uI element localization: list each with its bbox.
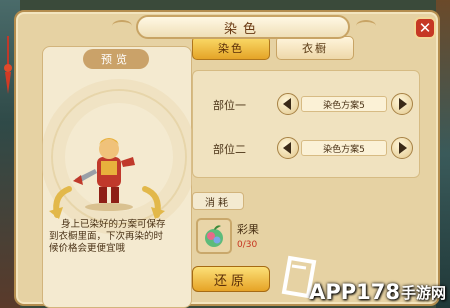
part2-next-button[interactable] [391,137,413,159]
part-row-1: 部位一 染色方案5 [193,93,421,117]
restore-label: 还原 [213,273,248,289]
part-row-2: 部位二 染色方案5 [193,137,421,161]
tab-dye-label: 染色 [218,42,244,55]
tab-wardrobe[interactable]: 衣橱 [276,36,354,60]
part-label: 部位一 [213,99,246,112]
part-selector-panel: 部位一 染色方案5 部位二 染色方案5 [192,70,420,178]
restore-button[interactable]: 还原 [192,266,270,292]
dialog-title-text: 染色 [223,21,262,37]
rotate-left-icon [49,186,72,219]
part1-prev-button[interactable] [277,93,299,115]
dialog-title: 染色 [136,15,350,39]
rotate-right-button[interactable] [141,185,167,221]
item-slot[interactable] [196,218,232,254]
close-button[interactable]: ✕ [414,17,436,39]
hint-line: 到衣橱里面，下次再染的时 [49,231,164,242]
tab-wardrobe-label: 衣橱 [302,42,328,55]
arrow-right-icon [399,142,407,154]
watermark: APP178 手游网 [309,278,446,306]
arrow-left-icon [283,98,291,110]
arrow-left-icon [283,142,291,154]
part1-scheme-value: 染色方案5 [301,96,387,112]
title-flourish-right [356,20,376,32]
consume-label: 消耗 [192,192,244,210]
character-model [73,138,135,211]
preview-label: 预览 [83,49,149,69]
arrow-right-icon [399,98,407,110]
hint-line: 候价格会更便宜哦 [49,243,126,254]
save-hint-text: 身上已染好的方案可保存 到衣橱里面，下次再染的时 候价格会更便宜哦 [49,219,187,255]
part2-prev-button[interactable] [277,137,299,159]
rotate-right-icon [142,186,165,219]
tassel-ornament [4,36,12,94]
part2-scheme-value: 染色方案5 [301,140,387,156]
item-name: 彩果 [237,223,259,236]
item-count: 0/30 [237,240,258,250]
close-icon: ✕ [418,19,432,37]
preview-panel: 预览 身上已染好的方案可保存 到衣橱里面，下次再染的时 候价格会更便宜哦 [42,46,192,308]
tab-dye[interactable]: 染色 [192,36,270,60]
watermark-brand: APP178 [309,280,400,304]
hint-line: 身上已染好的方案可保存 [61,219,166,230]
part-label: 部位二 [213,143,246,156]
part1-next-button[interactable] [391,93,413,115]
watermark-suffix: 手游网 [400,283,446,302]
rotate-left-button[interactable] [47,185,73,221]
dye-dialog: 染色 ✕ 预览 身上已染好的方案可保存 到衣橱里面，下次再染的时 候价格会更便宜… [14,10,440,308]
title-flourish-left [112,20,132,32]
rainbow-fruit-icon [205,225,223,247]
